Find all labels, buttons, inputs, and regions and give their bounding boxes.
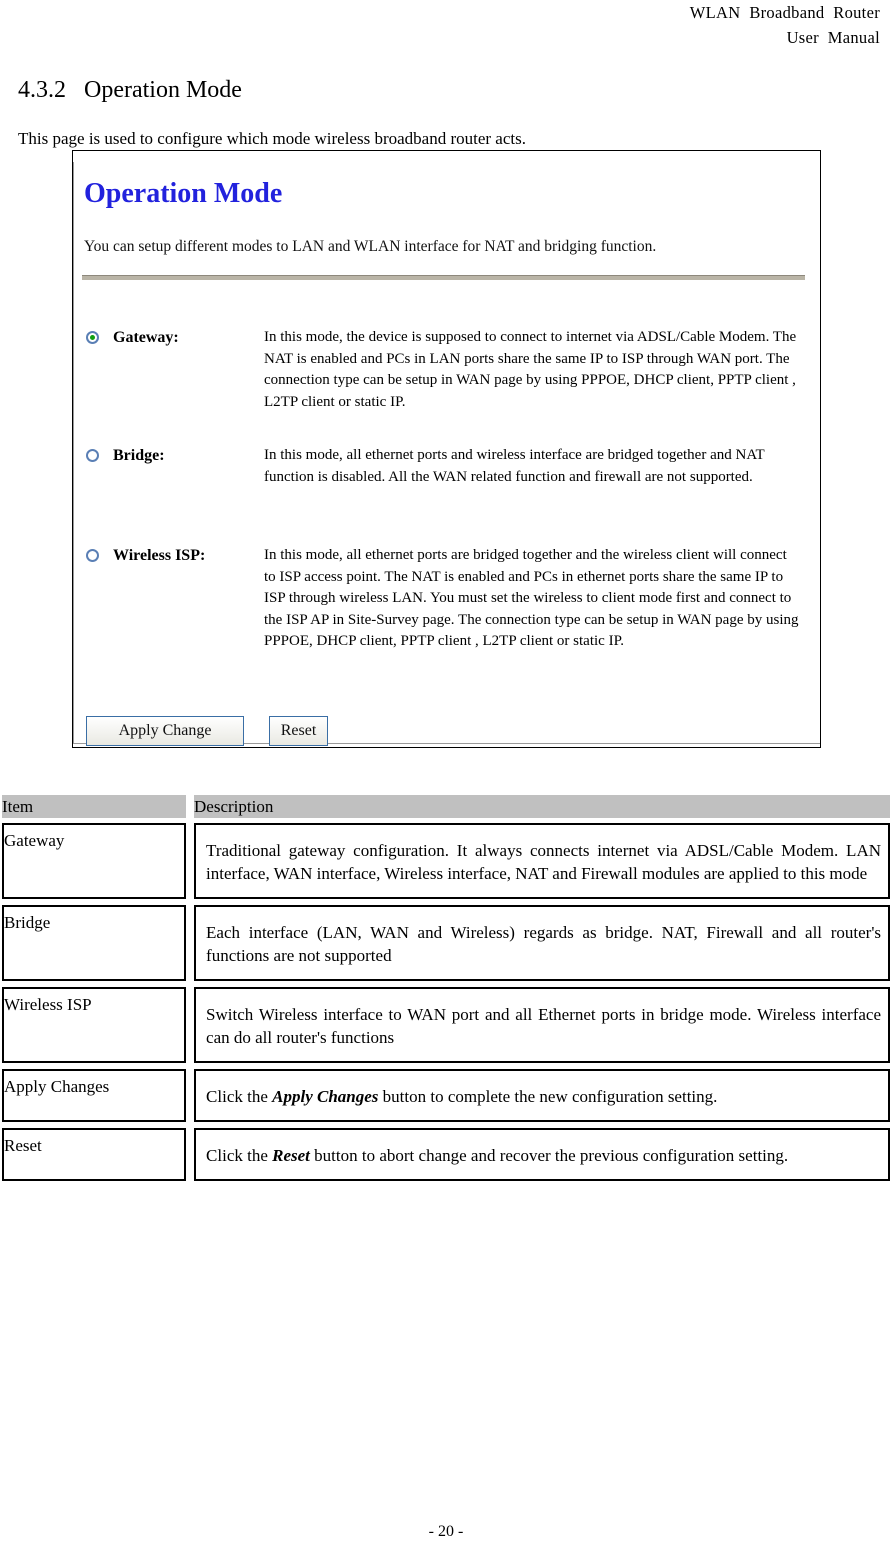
table-row: Gateway Traditional gateway configuratio… (2, 823, 890, 899)
cell-gap (186, 1069, 195, 1122)
cell-gap (186, 823, 195, 899)
mode-option-wireless-isp[interactable]: Wireless ISP: In this mode, all ethernet… (86, 545, 802, 653)
reset-button[interactable]: Reset (269, 716, 328, 746)
desc-text: Each interface (LAN, WAN and Wireless) r… (206, 923, 881, 965)
row-description-gateway: Traditional gateway configuration. It al… (194, 823, 890, 899)
cell-gap (186, 1128, 195, 1181)
row-item-apply-changes: Apply Changes (2, 1069, 187, 1122)
mode-description-gateway: In this mode, the device is supposed to … (264, 329, 797, 410)
mode-label-gateway: Gateway: (113, 329, 179, 346)
mode-label-bridge: Bridge: (113, 447, 165, 464)
radio-gateway-icon[interactable] (86, 331, 99, 344)
router-panel-button-bar: Apply Change Reset (86, 716, 328, 746)
horizontal-divider (82, 275, 805, 280)
desc-text: Switch Wireless interface to WAN port an… (206, 1005, 881, 1047)
running-header-line-1: WLAN Broadband Router (689, 3, 880, 22)
desc-text-post: button to complete the new configuration… (378, 1087, 718, 1106)
mode-option-gateway[interactable]: Gateway: In this mode, the device is sup… (86, 327, 802, 413)
router-ui-screenshot: Operation Mode You can setup different m… (72, 150, 821, 748)
row-item-gateway: Gateway (2, 823, 187, 899)
table-row: Wireless ISP Switch Wireless interface t… (2, 987, 890, 1063)
desc-text-post: button to abort change and recover the p… (309, 1146, 789, 1165)
header-gap (186, 795, 195, 818)
page-title: 4.3.2 Operation Mode (18, 77, 242, 103)
desc-emphasis: Reset (272, 1146, 310, 1165)
desc-text-pre: Click the (206, 1087, 273, 1106)
column-header-item: Item (2, 795, 187, 818)
table-row: Apply Changes Click the Apply Changes bu… (2, 1069, 890, 1122)
radio-bridge-icon[interactable] (86, 449, 99, 462)
cell-gap (186, 987, 195, 1063)
row-description-apply-changes: Click the Apply Changes button to comple… (194, 1069, 890, 1122)
row-description-wireless-isp: Switch Wireless interface to WAN port an… (194, 987, 890, 1063)
router-ui-content-frame: Operation Mode You can setup different m… (73, 162, 820, 746)
running-header: WLAN Broadband Router User Manual (0, 0, 880, 50)
intro-paragraph: This page is used to configure which mod… (18, 129, 526, 148)
radio-wireless-isp-icon[interactable] (86, 549, 99, 562)
apply-change-button[interactable]: Apply Change (86, 716, 244, 746)
row-description-reset: Click the Reset button to abort change a… (194, 1128, 890, 1181)
row-description-bridge: Each interface (LAN, WAN and Wireless) r… (194, 905, 890, 981)
row-item-wireless-isp: Wireless ISP (2, 987, 187, 1063)
router-panel-subtitle: You can setup different modes to LAN and… (84, 238, 657, 255)
table-row: Reset Click the Reset button to abort ch… (2, 1128, 890, 1181)
router-panel-title: Operation Mode (84, 178, 283, 209)
desc-text: Traditional gateway configuration. It al… (206, 841, 881, 883)
desc-emphasis: Apply Changes (272, 1087, 379, 1106)
mode-description-wireless-isp: In this mode, all ethernet ports are bri… (264, 547, 799, 649)
cell-gap (186, 905, 195, 981)
row-item-bridge: Bridge (2, 905, 187, 981)
table-header-row: Item Description (2, 795, 890, 818)
row-item-reset: Reset (2, 1128, 187, 1181)
column-header-description: Description (194, 795, 890, 818)
item-description-table: Item Description Gateway Traditional gat… (2, 795, 890, 1181)
mode-option-bridge[interactable]: Bridge: In this mode, all ethernet ports… (86, 445, 802, 488)
table-row: Bridge Each interface (LAN, WAN and Wire… (2, 905, 890, 981)
page-number-footer: - 20 - (428, 1523, 464, 1540)
desc-text-pre: Click the (206, 1146, 273, 1165)
mode-label-wireless-isp: Wireless ISP: (113, 547, 206, 564)
running-header-line-2: User Manual (786, 28, 880, 47)
mode-description-bridge: In this mode, all ethernet ports and wir… (264, 447, 765, 485)
